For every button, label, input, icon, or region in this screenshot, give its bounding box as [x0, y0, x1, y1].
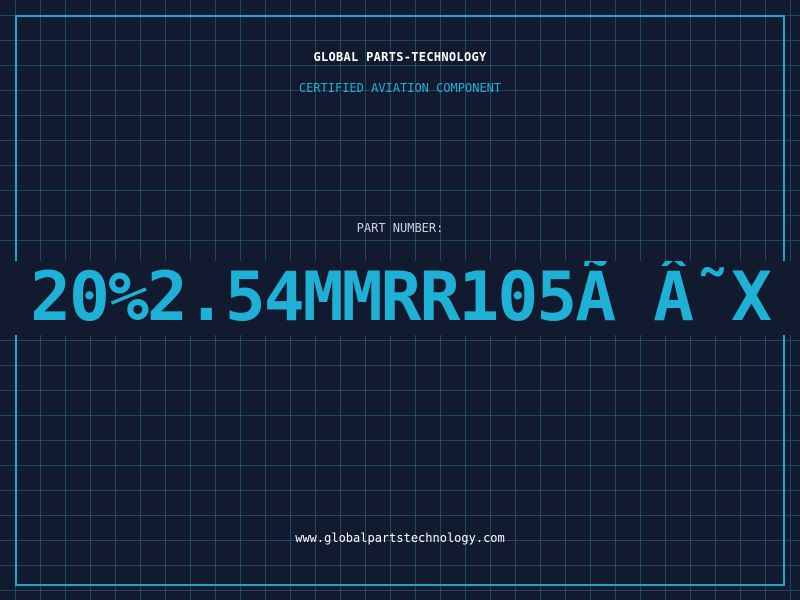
part-number-value: 20%2.54MMRR105Ã Â˜X [30, 261, 772, 335]
tagline: CERTIFIED AVIATION COMPONENT [298, 81, 502, 95]
company-name: GLOBAL PARTS-TECHNOLOGY [313, 50, 487, 64]
website-url[interactable]: www.globalpartstechnology.com [0, 531, 800, 545]
part-number-label: PART NUMBER: [356, 221, 444, 235]
part-number-band: 20%2.54MMRR105Ã Â˜X [0, 261, 800, 335]
part-card: GLOBAL PARTS-TECHNOLOGY CERTIFIED AVIATI… [0, 0, 800, 600]
